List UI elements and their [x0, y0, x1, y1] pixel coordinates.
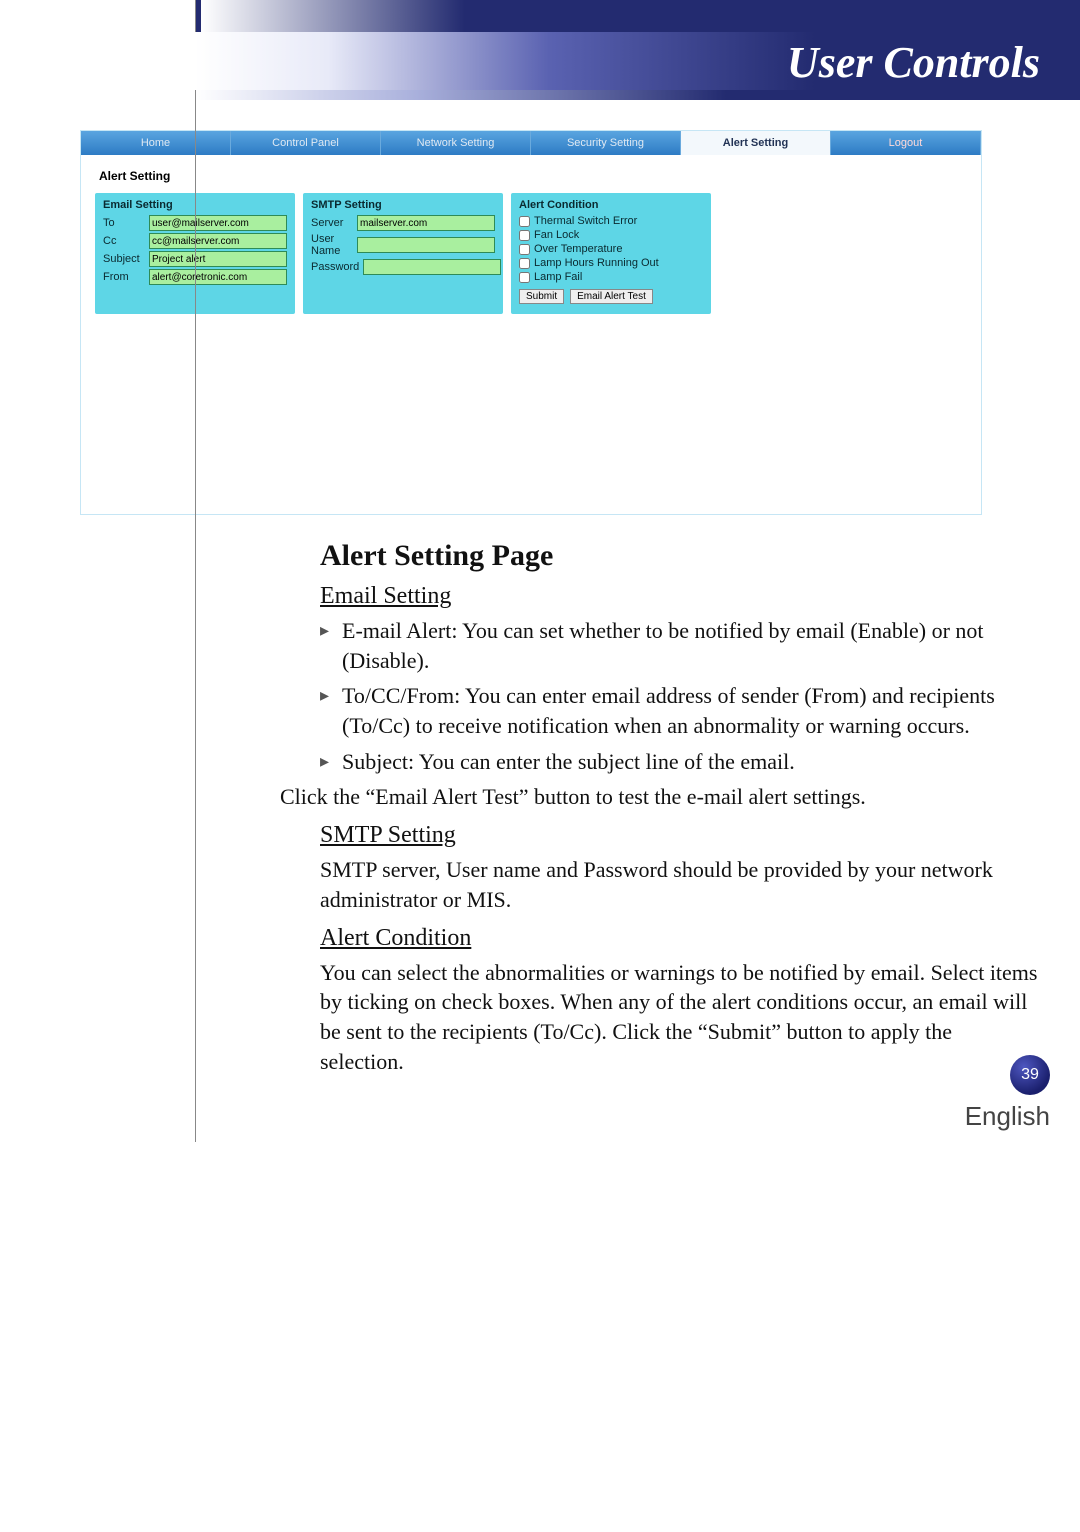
section-alert-condition: Alert Condition: [320, 925, 1040, 952]
check-fan-lock[interactable]: [519, 230, 530, 241]
cc-label: Cc: [103, 235, 145, 247]
label-over-temperature: Over Temperature: [534, 243, 622, 255]
from-input[interactable]: [149, 269, 287, 285]
label-fan-lock: Fan Lock: [534, 229, 579, 241]
article-page-title: Alert Setting Page: [320, 539, 1040, 573]
subject-input[interactable]: [149, 251, 287, 267]
header-top-bar: [195, 0, 1080, 32]
alert-condition-panel: Alert Condition Thermal Switch Error Fan…: [511, 193, 711, 314]
smtp-setting-title: SMTP Setting: [311, 199, 495, 211]
alert-condition-title: Alert Condition: [519, 199, 703, 211]
section-email-setting: Email Setting: [320, 583, 1040, 610]
screenshot-heading: Alert Setting: [99, 169, 967, 183]
check-lamp-hours[interactable]: [519, 258, 530, 269]
label-lamp-hours: Lamp Hours Running Out: [534, 257, 659, 269]
tab-logout[interactable]: Logout: [831, 131, 981, 155]
header-thin-bar: [195, 90, 1080, 100]
tab-alert-setting[interactable]: Alert Setting: [681, 131, 831, 155]
from-label: From: [103, 271, 145, 283]
email-setting-bullets: E-mail Alert: You can set whether to be …: [320, 616, 1040, 776]
submit-button[interactable]: Submit: [519, 289, 564, 304]
alert-setting-screenshot: Home Control Panel Network Setting Secur…: [80, 130, 982, 515]
section-smtp-setting: SMTP Setting: [320, 822, 1040, 849]
alert-condition-paragraph: You can select the abnormalities or warn…: [320, 958, 1040, 1077]
tab-home[interactable]: Home: [81, 131, 231, 155]
email-alert-test-button[interactable]: Email Alert Test: [570, 289, 653, 304]
password-input[interactable]: [363, 259, 501, 275]
header-title-bar: User Controls: [195, 32, 1080, 90]
check-lamp-fail[interactable]: [519, 272, 530, 283]
smtp-paragraph: SMTP server, User name and Password shou…: [320, 855, 1040, 914]
password-label: Password: [311, 261, 359, 273]
screenshot-body: Alert Setting Email Setting To Cc Subjec…: [81, 155, 981, 514]
article-body: Alert Setting Page Email Setting E-mail …: [320, 539, 1040, 1076]
tab-control-panel[interactable]: Control Panel: [231, 131, 381, 155]
email-alert-test-note: Click the “Email Alert Test” button to t…: [280, 782, 1040, 812]
header-title: User Controls: [787, 37, 1040, 88]
page-footer: 39 English: [965, 1055, 1050, 1132]
page-number-badge: 39: [1010, 1055, 1050, 1095]
manual-page: User Controls Home Control Panel Network…: [0, 0, 1080, 1142]
check-thermal-switch-error[interactable]: [519, 216, 530, 227]
label-thermal-switch-error: Thermal Switch Error: [534, 215, 637, 227]
subject-label: Subject: [103, 253, 145, 265]
label-lamp-fail: Lamp Fail: [534, 271, 582, 283]
username-input[interactable]: [357, 237, 495, 253]
tab-security-setting[interactable]: Security Setting: [531, 131, 681, 155]
bullet-to-cc-from: To/CC/From: You can enter email address …: [320, 681, 1040, 740]
language-label: English: [965, 1101, 1050, 1131]
left-margin-rule: [195, 0, 196, 1142]
username-label: User Name: [311, 233, 353, 257]
screenshot-nav: Home Control Panel Network Setting Secur…: [81, 131, 981, 155]
server-label: Server: [311, 217, 353, 229]
tab-network-setting[interactable]: Network Setting: [381, 131, 531, 155]
smtp-setting-panel: SMTP Setting Server User Name Password: [303, 193, 503, 314]
panel-row: Email Setting To Cc Subject From: [95, 193, 967, 314]
bullet-email-alert: E-mail Alert: You can set whether to be …: [320, 616, 1040, 675]
check-over-temperature[interactable]: [519, 244, 530, 255]
bullet-subject: Subject: You can enter the subject line …: [320, 747, 1040, 777]
server-input[interactable]: [357, 215, 495, 231]
cc-input[interactable]: [149, 233, 287, 249]
to-input[interactable]: [149, 215, 287, 231]
to-label: To: [103, 217, 145, 229]
